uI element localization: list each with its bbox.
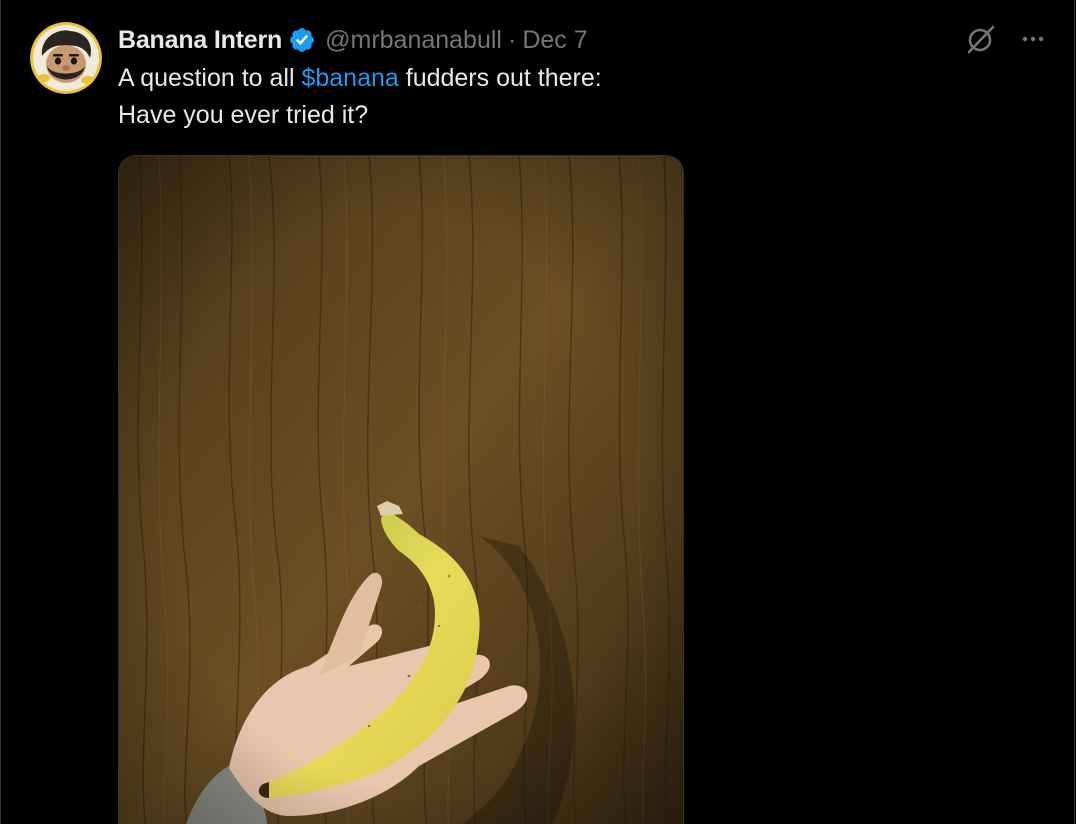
tweet[interactable]: Banana Intern @mrbananabull · Dec 7 A qu… — [0, 0, 1076, 824]
author-avatar[interactable] — [30, 22, 102, 94]
more-dots-icon[interactable] — [1016, 22, 1050, 56]
tweet-text-line-1: A question to all $banana fudders out th… — [118, 60, 1018, 97]
author-display-name[interactable]: Banana Intern — [118, 26, 282, 55]
tweet-text-line-2: Have you ever tried it? — [118, 101, 369, 129]
tweet-media-photo[interactable] — [118, 155, 684, 824]
tweet-date[interactable]: Dec 7 — [522, 26, 587, 55]
tweet-text-after: fudders out there: — [398, 64, 602, 92]
tweet-text-before: A question to all — [118, 64, 302, 92]
top-actions — [964, 22, 1050, 56]
separator-dot: · — [507, 25, 517, 54]
cartoon-avatar-icon — [30, 22, 102, 94]
banana-photo-image — [119, 156, 683, 824]
tweet-header: Banana Intern @mrbananabull · Dec 7 — [118, 24, 588, 56]
cashtag-link[interactable]: $banana — [301, 64, 398, 92]
slashed-circle-icon[interactable] — [964, 22, 998, 56]
tweet-text: A question to all $banana fudders out th… — [118, 60, 1018, 134]
verified-badge-icon[interactable] — [288, 26, 316, 54]
author-handle[interactable]: @mrbananabull — [325, 26, 502, 55]
